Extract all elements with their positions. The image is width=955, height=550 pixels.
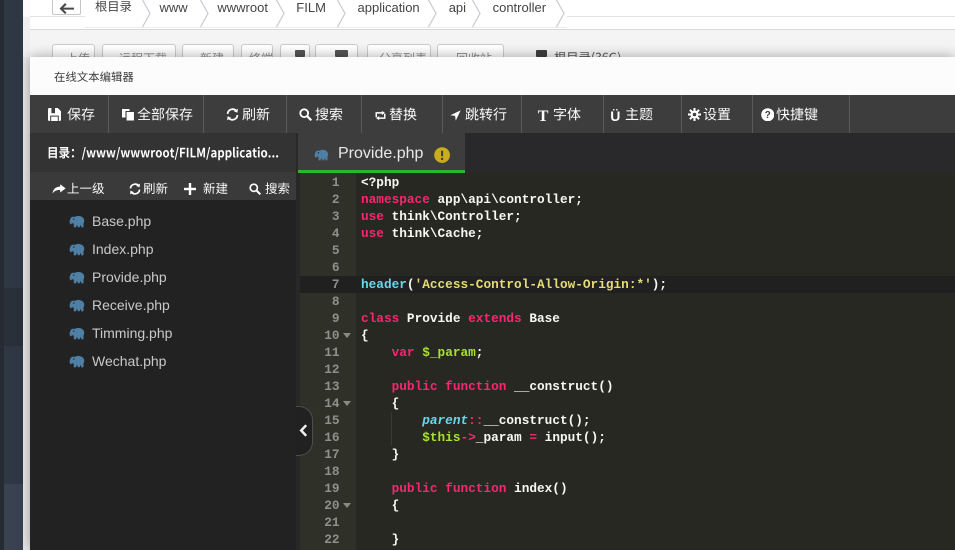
svg-text:?: ? <box>764 110 770 121</box>
